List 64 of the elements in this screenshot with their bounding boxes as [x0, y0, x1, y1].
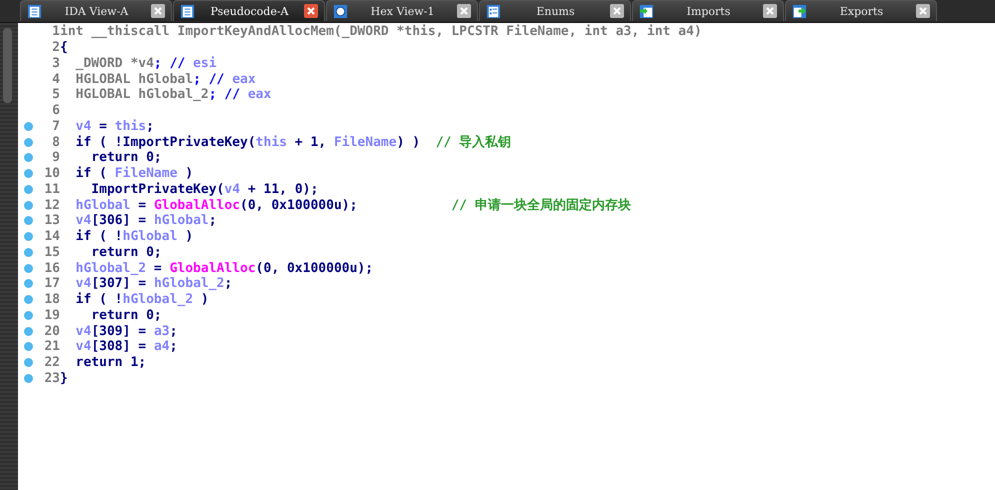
editor-tab[interactable]: Hex View-1	[326, 0, 478, 21]
code-line: return 0;	[90, 150, 162, 166]
code-line: return 0;	[90, 308, 162, 323]
document-icon	[180, 4, 195, 18]
line-number: 3	[51, 56, 60, 71]
line-number: 15	[43, 244, 60, 260]
circle-icon	[333, 4, 348, 18]
editor-tab[interactable]: Enums	[479, 0, 631, 21]
code-line: HGLOBAL hGlobal_2; // eax	[74, 87, 272, 102]
code-line: }	[60, 370, 68, 386]
code-line: v4[306] = hGlobal;	[74, 213, 217, 228]
close-icon[interactable]	[610, 4, 624, 18]
code-line: if ( !ImportPrivateKey(this + 1, FileName) ) // 导入私钥	[74, 134, 512, 151]
editor-tab[interactable]: Imports	[632, 0, 784, 21]
close-icon[interactable]	[916, 4, 930, 18]
line-number: 10	[43, 166, 60, 182]
line-number: 22	[43, 355, 60, 370]
line-number: 17	[43, 276, 60, 292]
code-line: {	[60, 40, 68, 56]
line-number: 20	[43, 324, 60, 339]
code-line: v4[308] = a4;	[74, 339, 178, 354]
code-line: v4[307] = hGlobal_2;	[74, 276, 232, 292]
line-number: 6	[51, 103, 60, 118]
line-number: 11	[43, 182, 60, 197]
line-number: 16	[43, 260, 60, 276]
close-icon[interactable]	[457, 4, 471, 18]
line-number: 13	[43, 213, 60, 228]
code-line: return 0;	[90, 244, 162, 260]
document-icon	[27, 4, 42, 18]
list-icon	[486, 4, 501, 18]
line-number: 5	[51, 87, 60, 102]
code-line: v4[309] = a3;	[74, 324, 178, 339]
code-line: hGlobal_2 = GlobalAlloc(0, 0x100000u);	[74, 260, 374, 276]
line-number: 7	[51, 118, 60, 134]
code-line: if ( !hGlobal )	[74, 229, 194, 244]
close-icon[interactable]	[763, 4, 777, 18]
code-line: if ( !hGlobal_2 )	[74, 292, 209, 308]
line-number: 8	[51, 134, 60, 150]
line-number: 2	[51, 40, 60, 56]
editor-tab[interactable]: Pseudocode-A	[173, 0, 325, 21]
code-line: return 1;	[74, 355, 146, 370]
close-icon[interactable]	[304, 4, 318, 18]
code-line: if ( FileName )	[74, 166, 194, 182]
line-number: 4	[51, 72, 60, 87]
code-line: ImportPrivateKey(v4 + 11, 0);	[90, 182, 318, 197]
code-line: int __thiscall ImportKeyAndAllocMem(_DWORD *this, LPCSTR FileName, int a3, int a4)	[60, 24, 702, 40]
code-line: HGLOBAL hGlobal; // eax	[74, 72, 256, 87]
code-line: _DWORD *v4; // esi	[74, 56, 217, 71]
scrollbar[interactable]	[0, 23, 18, 490]
line-number: 18	[43, 292, 60, 308]
line-number: 1	[51, 24, 60, 40]
line-number: 19	[43, 308, 60, 323]
line-number: 14	[43, 229, 60, 244]
line-number: 12	[43, 198, 60, 213]
line-number: 21	[43, 339, 60, 354]
line-number: 9	[51, 150, 60, 166]
close-icon[interactable]	[151, 4, 165, 18]
import-icon	[639, 4, 654, 18]
line-number: 23	[43, 370, 60, 386]
code-line: hGlobal = GlobalAlloc(0, 0x100000u); // 申请一块全局的固定内存块	[74, 196, 631, 214]
code-line: v4 = this;	[74, 118, 154, 134]
export-icon	[792, 4, 807, 18]
editor-tab[interactable]: IDA View-A	[20, 0, 172, 21]
editor-tab[interactable]: Exports	[785, 0, 937, 21]
